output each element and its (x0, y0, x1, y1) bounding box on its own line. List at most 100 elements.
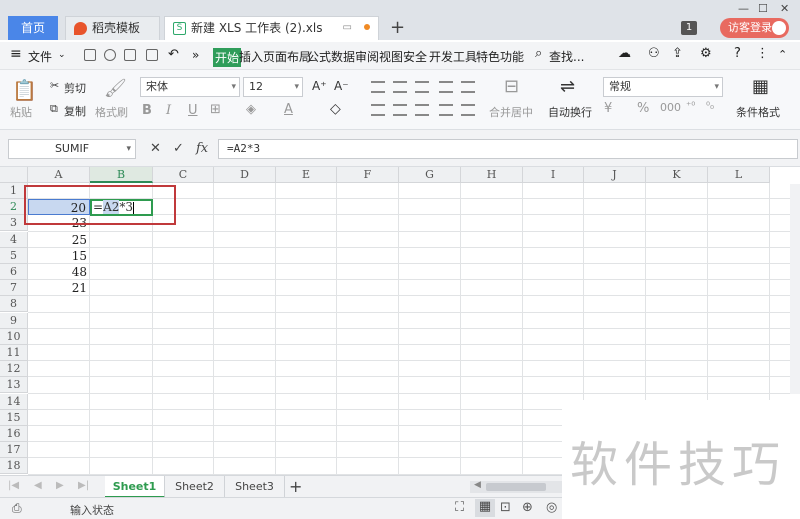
wrap-text-button[interactable]: 自动换行 (548, 104, 592, 120)
row-header-14[interactable]: 14 (0, 393, 28, 410)
paste-button[interactable]: 粘贴 (10, 104, 32, 120)
fill-color-icon[interactable]: ◈ (246, 102, 256, 117)
prev-sheet-icon[interactable]: ◀ (34, 480, 42, 491)
fullscreen-icon[interactable]: ⛶ (455, 500, 464, 515)
last-sheet-icon[interactable]: ▶| (78, 480, 89, 491)
column-header-e[interactable]: E (276, 167, 337, 183)
macro-record-icon[interactable]: ⎙ (12, 501, 22, 516)
distributed-icon[interactable] (461, 104, 475, 116)
menu-tab-security[interactable]: 安全 (403, 48, 427, 65)
maximize-icon[interactable]: ☐ (758, 2, 768, 15)
eye-protect-icon[interactable]: ◎ (546, 500, 557, 515)
menu-tab-insert[interactable]: 插入 (239, 48, 263, 65)
menu-tab-data[interactable]: 数据 (331, 48, 355, 65)
column-header-j[interactable]: J (584, 167, 646, 183)
bold-icon[interactable]: B (142, 103, 152, 118)
conditional-format-button[interactable]: 条件格式 (736, 104, 780, 120)
row-header-8[interactable]: 8 (0, 296, 28, 313)
scroll-left-icon[interactable]: ◀ (474, 480, 481, 490)
number-format-select[interactable]: 常规 ▾ (603, 77, 723, 97)
outdent-icon[interactable] (461, 81, 475, 93)
column-header-i[interactable]: I (523, 167, 584, 183)
search-box[interactable]: 查找... (549, 48, 584, 65)
confirm-icon[interactable]: ✓ (173, 141, 184, 156)
column-header-f[interactable]: F (337, 167, 399, 183)
row-header-17[interactable]: 17 (0, 442, 28, 459)
hamburger-icon[interactable]: ≡ (10, 46, 22, 62)
vertical-scrollbar[interactable] (790, 184, 800, 394)
ai-tool-icon[interactable]: ⚙ (700, 46, 712, 61)
row-header-6[interactable]: 6 (0, 264, 28, 280)
new-tab-icon[interactable]: + (390, 17, 405, 38)
row-header-15[interactable]: 15 (0, 409, 28, 426)
justify-icon[interactable] (439, 104, 453, 116)
decrease-decimal-icon[interactable]: ⁰₀ (706, 101, 714, 112)
column-header-c[interactable]: C (153, 167, 214, 183)
sheet-tab-3[interactable]: Sheet3 (225, 476, 285, 498)
more-icon[interactable]: ⋮ (756, 46, 769, 61)
minimize-icon[interactable]: — (738, 2, 749, 15)
column-header-d[interactable]: D (214, 167, 276, 183)
indent-icon[interactable] (439, 81, 453, 93)
row-header-11[interactable]: 11 (0, 345, 28, 361)
increase-font-icon[interactable]: A⁺ (312, 79, 327, 93)
menu-tab-formula[interactable]: 公式 (307, 48, 331, 65)
tab-docer-templates[interactable]: 稻壳模板 (65, 16, 160, 40)
column-header-b[interactable]: B (90, 167, 153, 183)
print-preview-icon[interactable] (146, 49, 158, 61)
cell-a7[interactable]: 21 (28, 280, 90, 296)
add-sheet-icon[interactable]: + (289, 477, 302, 496)
align-right-icon[interactable] (415, 104, 429, 116)
menu-tab-view[interactable]: 视图 (379, 48, 403, 65)
column-header-a[interactable]: A (28, 167, 90, 183)
close-icon[interactable]: ✕ (780, 2, 789, 15)
chevron-down-icon[interactable]: ⌄ (58, 50, 66, 60)
column-header-h[interactable]: H (461, 167, 523, 183)
row-header-5[interactable]: 5 (0, 247, 28, 264)
quick-tool-icon[interactable] (104, 49, 116, 61)
align-middle-icon[interactable] (393, 81, 407, 93)
more-tools-icon[interactable]: » (192, 48, 199, 62)
column-header-k[interactable]: K (646, 167, 708, 183)
paste-icon[interactable]: 📋 (12, 78, 37, 102)
guest-login-button[interactable]: 访客登录 (720, 18, 789, 38)
increase-decimal-icon[interactable]: ⁺⁰ (686, 101, 695, 112)
cut-button[interactable]: 剪切 (64, 80, 86, 96)
select-all-corner[interactable] (0, 167, 28, 183)
format-painter-button[interactable]: 格式刷 (95, 104, 128, 120)
menu-tab-developer[interactable]: 开发工具 (429, 48, 477, 65)
wrap-text-icon[interactable]: ⇌ (560, 76, 575, 97)
save-icon[interactable] (84, 49, 96, 61)
row-header-16[interactable]: 16 (0, 426, 28, 442)
cancel-icon[interactable]: ✕ (150, 141, 161, 156)
decrease-font-icon[interactable]: A⁻ (334, 79, 349, 93)
search-icon[interactable]: ⌕ (535, 46, 542, 61)
underline-icon[interactable]: U (188, 103, 198, 118)
column-header-g[interactable]: G (399, 167, 461, 183)
merge-center-button[interactable]: 合并居中 (489, 104, 533, 120)
align-center-icon[interactable] (393, 104, 407, 116)
percent-icon[interactable]: % (637, 101, 649, 116)
row-header-13[interactable]: 13 (0, 377, 28, 394)
row-header-4[interactable]: 4 (0, 231, 28, 248)
insert-function-icon[interactable]: fx (196, 141, 208, 156)
menu-tab-features[interactable]: 特色功能 (476, 48, 524, 65)
align-bottom-icon[interactable] (415, 81, 429, 93)
thousands-icon[interactable]: 000 (660, 101, 681, 114)
tab-screen-icon[interactable]: ▭ (343, 17, 352, 39)
align-left-icon[interactable] (371, 104, 385, 116)
tab-home[interactable]: 首页 (8, 16, 58, 40)
italic-icon[interactable]: I (166, 103, 171, 118)
collapse-ribbon-icon[interactable]: ⌃ (778, 48, 787, 61)
cut-icon[interactable]: ✂ (50, 79, 59, 92)
reading-view-icon[interactable]: ⊕ (522, 500, 533, 515)
font-color-icon[interactable]: A (284, 102, 293, 117)
sheet-tab-1[interactable]: Sheet1 (105, 476, 165, 498)
font-name-select[interactable]: 宋体 ▾ (140, 77, 240, 97)
sheet-tab-2[interactable]: Sheet2 (165, 476, 225, 498)
font-size-select[interactable]: 12 ▾ (243, 77, 303, 97)
row-header-7[interactable]: 7 (0, 280, 28, 297)
collaborate-icon[interactable]: ⚇ (648, 46, 660, 61)
align-top-icon[interactable] (371, 81, 385, 93)
undo-icon[interactable]: ↶ (168, 47, 179, 62)
